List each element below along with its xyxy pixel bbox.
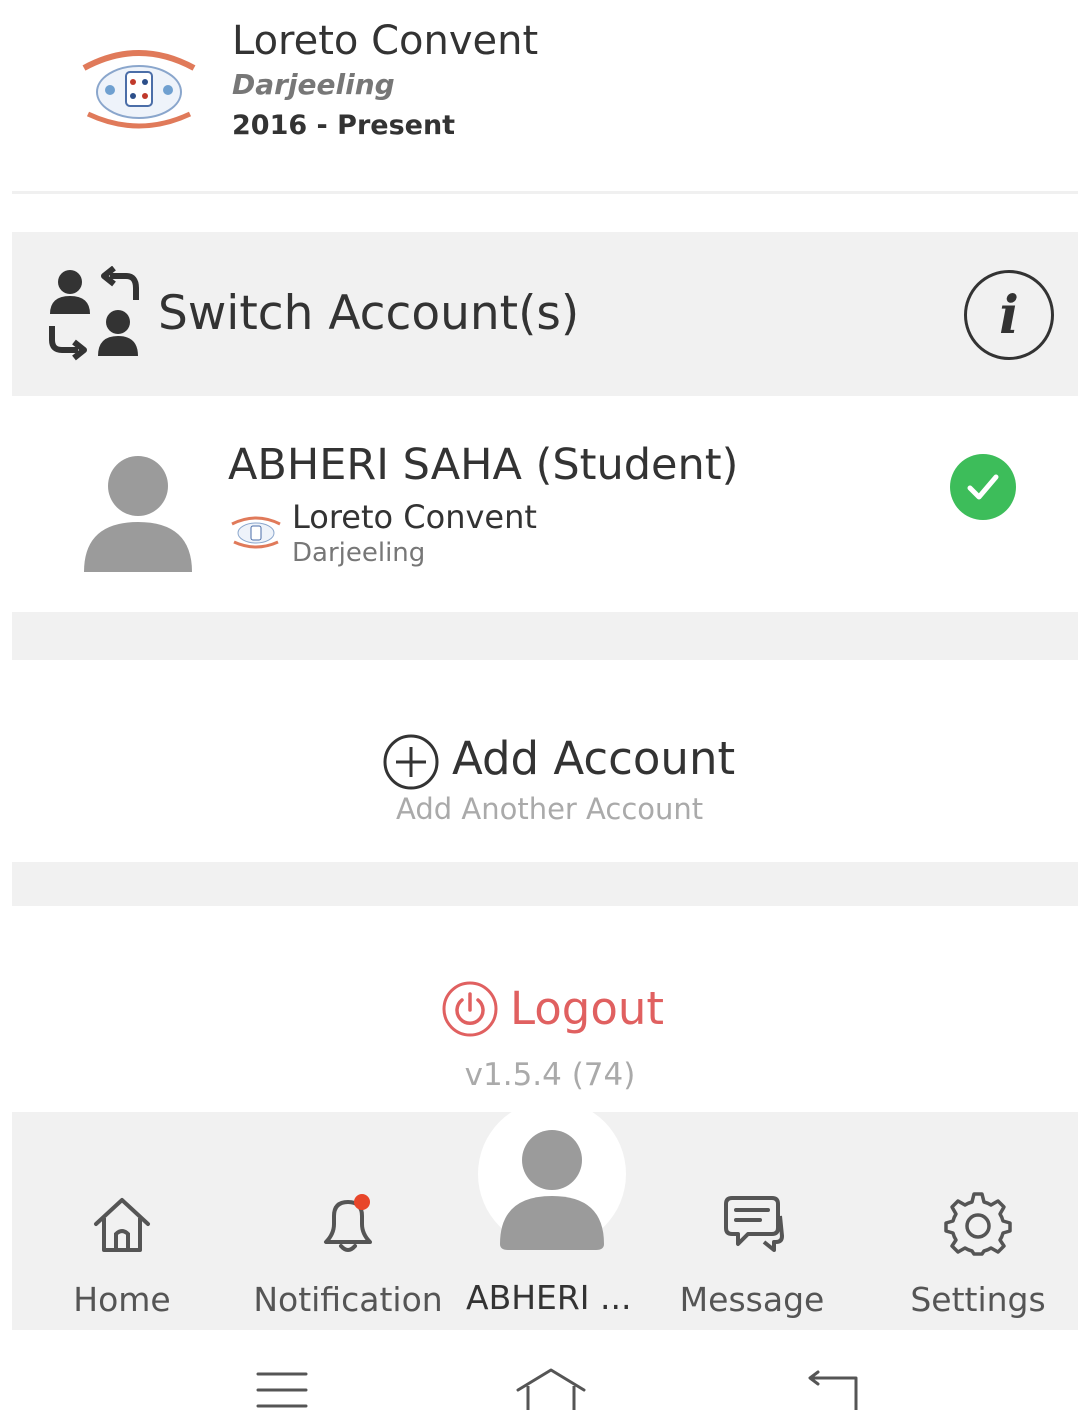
bell-icon [324,1194,372,1252]
school-crest-logo [82,50,196,129]
info-icon[interactable]: i [964,270,1054,360]
app-version: v1.5.4 (74) [464,1057,636,1093]
nav-home[interactable]: Home [22,1190,222,1320]
user-avatar [84,456,192,572]
section-gap [12,862,1078,906]
home-icon [94,1198,150,1252]
add-account-sublabel: Add Another Account [396,792,704,826]
account-city: Darjeeling [292,538,426,568]
account-school: Loreto Convent [292,498,537,536]
menu-icon[interactable] [254,1370,310,1410]
active-check-icon [950,454,1016,520]
nav-settings-label: Settings [910,1280,1046,1319]
school-years: 2016 - Present [232,110,456,141]
add-account-label: Add Account [452,732,736,785]
school-city: Darjeeling [232,68,395,101]
account-school-logo [231,516,281,549]
nav-settings[interactable]: Settings [878,1190,1078,1320]
nav-notification[interactable]: Notification [248,1190,448,1320]
back-icon[interactable] [806,1370,862,1410]
nav-profile-label: ABHERI ... [466,1278,632,1317]
account-name: ABHERI SAHA (Student) [228,440,739,490]
nav-message-label: Message [679,1280,825,1319]
add-circle-icon [383,734,439,790]
power-icon[interactable] [441,980,499,1038]
school-name: Loreto Convent [232,18,539,64]
message-icon [724,1196,784,1252]
switch-account-title: Switch Account(s) [158,286,580,341]
avatar[interactable] [496,1124,608,1250]
nav-message[interactable]: Message [652,1190,852,1320]
nav-home-label: Home [73,1280,171,1319]
nav-notification-label: Notification [253,1280,443,1319]
switch-account-icon [49,266,139,361]
section-gap [12,612,1078,660]
logout-button[interactable]: Logout [510,982,664,1035]
divider [12,191,1078,194]
gear-icon [944,1192,1012,1256]
system-home-icon[interactable] [514,1366,588,1410]
